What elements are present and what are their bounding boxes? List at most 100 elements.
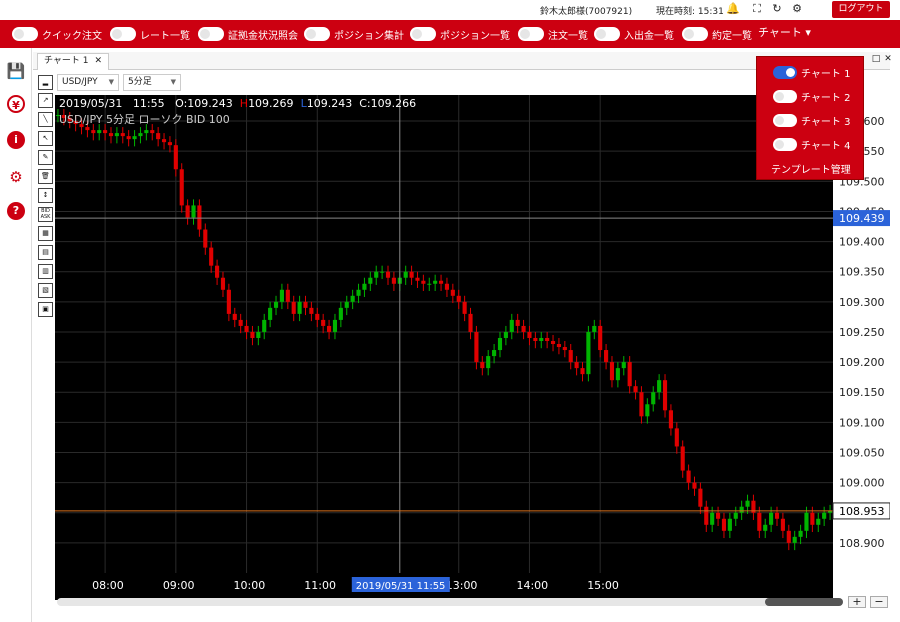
cursor-icon[interactable]: ↖ — [38, 131, 53, 146]
nav-rate-list[interactable]: レート一覧 — [110, 25, 190, 43]
candle-body — [780, 518, 785, 531]
chart-scrollbar[interactable] — [57, 598, 843, 606]
yen-icon[interactable]: ¥ — [7, 95, 25, 113]
trash-icon[interactable]: 🗑 — [38, 169, 53, 184]
trend-icon[interactable]: ↗ — [38, 93, 53, 108]
toggle-switch[interactable] — [410, 27, 436, 41]
toggle-switch[interactable] — [773, 89, 797, 103]
grid1-icon[interactable]: ▦ — [38, 226, 53, 241]
grid2-icon[interactable]: ▤ — [38, 245, 53, 260]
toggle-switch[interactable] — [594, 27, 620, 41]
candle-body — [309, 307, 314, 314]
nav-position-list[interactable]: ポジション一覧 — [410, 25, 510, 43]
toggle-switch[interactable] — [110, 27, 136, 41]
timeframe-select[interactable]: 5分足 ▼ — [123, 73, 181, 91]
candle-body — [598, 325, 603, 351]
maximize-icon[interactable]: □ — [871, 54, 881, 64]
y-tick-label: 109.200 — [839, 356, 885, 369]
candle-body — [220, 277, 226, 290]
toggle-switch[interactable] — [773, 113, 797, 127]
candle-body — [179, 169, 184, 206]
candle-body — [456, 295, 461, 302]
candle-body — [433, 280, 438, 284]
pair-select[interactable]: USD/JPY ▼ — [57, 73, 119, 91]
toggle-switch[interactable] — [682, 27, 708, 41]
template-manager-item[interactable]: テンプレート管理 — [771, 161, 851, 176]
grid3-icon[interactable]: ▥ — [38, 264, 53, 279]
toggle-switch[interactable] — [773, 65, 797, 79]
tab-chart-1[interactable]: チャート 1 ✕ — [37, 53, 110, 70]
dropdown-item-chart-4[interactable]: チャート 4 — [773, 135, 850, 153]
candle-body — [421, 280, 426, 284]
candle-body — [315, 313, 320, 320]
gear-icon[interactable]: ⚙ — [5, 166, 27, 188]
ohlc-high: 109.269 — [248, 97, 294, 110]
y-tick-label: 108.900 — [839, 537, 885, 550]
toggle-switch[interactable] — [304, 27, 330, 41]
close-icon[interactable]: ✕ — [883, 54, 893, 64]
candle-body — [438, 280, 444, 284]
scrollbar-thumb[interactable] — [765, 598, 843, 606]
adjust-icon[interactable]: ↕ — [38, 188, 53, 203]
candle-body — [539, 337, 544, 341]
nav-deposit-list[interactable]: 入出金一覧 — [594, 25, 674, 43]
candle-body — [138, 133, 143, 137]
bid-ask-icon[interactable]: BID ASK — [38, 207, 53, 222]
dropdown-item-chart-2[interactable]: チャート 2 — [773, 87, 850, 105]
dropdown-item-chart-3[interactable]: チャート 3 — [773, 111, 850, 129]
candle-body — [327, 325, 332, 332]
candle-body — [126, 136, 131, 140]
candle-body — [256, 331, 261, 338]
y-tick-label: 109.100 — [839, 416, 885, 429]
candle-body — [668, 410, 673, 429]
toggle-switch[interactable] — [518, 27, 544, 41]
candle-body — [804, 512, 809, 531]
line-icon[interactable]: ╲ — [38, 112, 53, 127]
ohlc-high-marker: H — [239, 97, 249, 110]
candle-body — [380, 271, 385, 273]
top-bar: 鈴木太郎様(7007921) 現在時刻: 15:31 🔔 ⛶ ↻ ⚙ ログアウト — [0, 0, 900, 20]
zoom-in-button[interactable]: + — [848, 596, 866, 608]
y-tick-label: 109.250 — [839, 326, 885, 339]
chart-type-icon[interactable]: ▂ — [38, 74, 53, 90]
candle-body — [651, 392, 656, 405]
nav-quick-order[interactable]: クイック注文 — [12, 25, 102, 43]
candle-body — [108, 133, 114, 137]
save-icon[interactable]: 💾 — [5, 60, 27, 82]
toggle-switch[interactable] — [198, 27, 224, 41]
nav-margin-status[interactable]: 証拠金状況照会 — [198, 25, 298, 43]
bell-icon[interactable]: 🔔 — [726, 2, 740, 16]
y-tick-label: 109.350 — [839, 266, 885, 279]
nav-order-list[interactable]: 注文一覧 — [518, 25, 588, 43]
nav-label: 入出金一覧 — [624, 30, 674, 42]
refresh-icon[interactable]: ↻ — [770, 2, 784, 16]
logout-button[interactable]: ログアウト — [832, 1, 890, 18]
help-icon[interactable]: ? — [7, 202, 25, 220]
nav-execution-list[interactable]: 約定一覧 — [682, 25, 752, 43]
candle-body — [657, 380, 662, 393]
dropdown-label: チャート 4 — [801, 140, 851, 152]
current-price-label: 108.953 — [839, 505, 885, 518]
candle-body — [645, 404, 650, 417]
candle-body — [350, 295, 355, 302]
info-icon[interactable]: i — [7, 131, 25, 149]
candle-body — [509, 319, 514, 332]
toggle-switch[interactable] — [773, 137, 797, 151]
candle-body — [727, 518, 732, 531]
chart-menu-label: チャート — [758, 26, 802, 39]
close-icon[interactable]: ✕ — [95, 56, 103, 66]
current-time: 現在時刻: 15:31 — [656, 7, 724, 17]
chart-menu[interactable]: チャート ▾ — [758, 24, 811, 40]
toggle-switch[interactable] — [12, 27, 38, 41]
dropdown-item-chart-1[interactable]: チャート 1 — [773, 63, 850, 81]
gear-icon[interactable]: ⚙ — [790, 2, 804, 16]
candle-body — [474, 331, 479, 363]
grid4-icon[interactable]: ▧ — [38, 283, 53, 298]
fullscreen-icon[interactable]: ⛶ — [750, 2, 764, 16]
nav-position-summary[interactable]: ポジション集計 — [304, 25, 404, 43]
panel-icon[interactable]: ▣ — [38, 302, 53, 317]
eraser-icon[interactable]: ✎ — [38, 150, 53, 165]
candle-body — [391, 277, 396, 284]
candle-body — [226, 289, 231, 314]
zoom-out-button[interactable]: − — [870, 596, 888, 608]
